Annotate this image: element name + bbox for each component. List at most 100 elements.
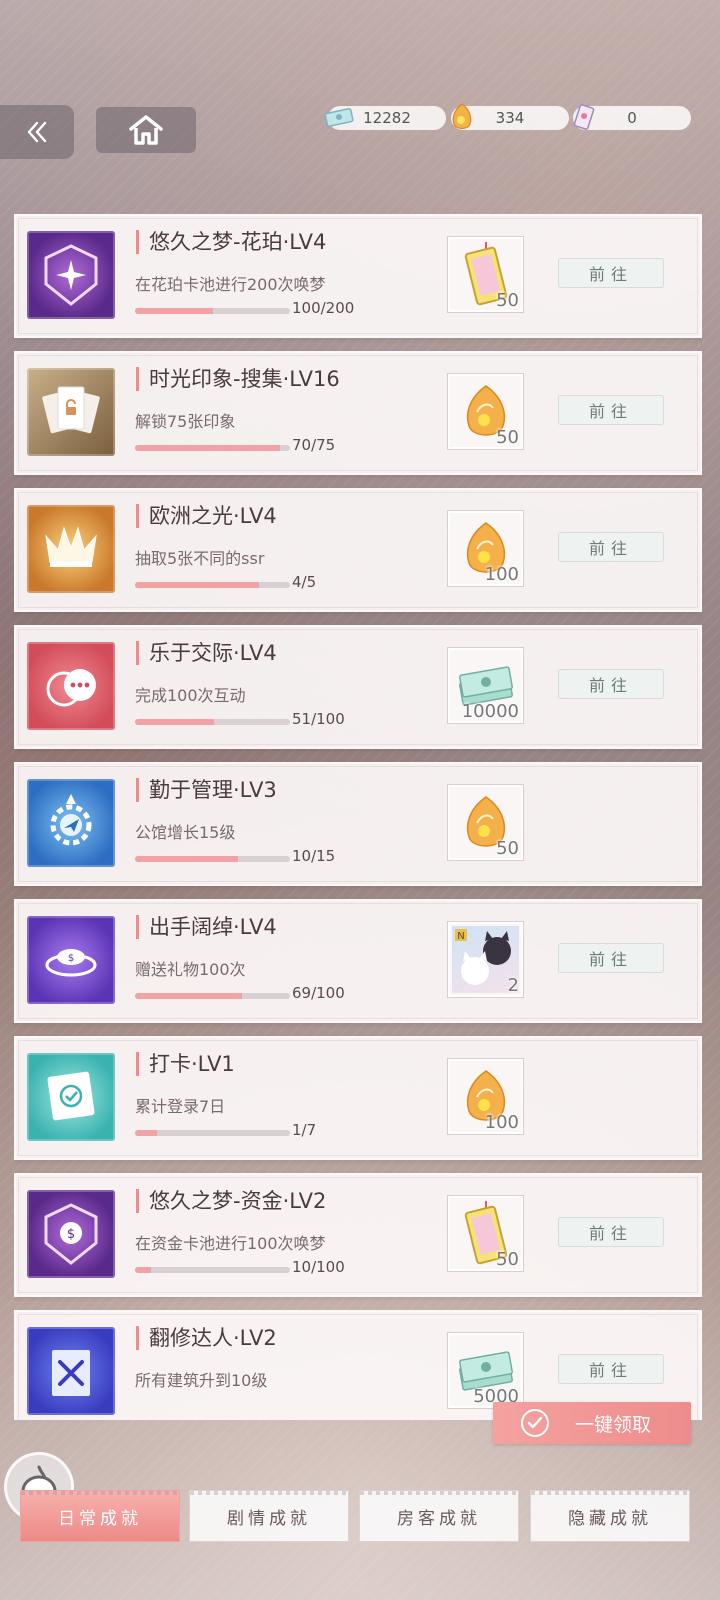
progress-text: 10/15: [292, 847, 336, 865]
achievement-list[interactable]: 悠久之梦-花珀·LV4 在花珀卡池进行200次唤梦 100/200 50 前往 …: [14, 214, 702, 1420]
reward-quantity: 100: [484, 564, 519, 585]
progress-fill: [135, 719, 215, 725]
achievement-desc: 赠送礼物100次: [135, 960, 246, 979]
progress-fill: [135, 582, 259, 588]
currency-amber: 334: [451, 103, 569, 130]
reward-slot[interactable]: 50: [447, 784, 524, 861]
chat-bubbles-icon: [27, 642, 115, 730]
cash-icon: [324, 100, 354, 134]
achievement-desc: 完成100次互动: [135, 686, 246, 705]
checkmark-calendar-icon: [27, 1053, 115, 1141]
progress-text: 51/100: [292, 710, 345, 728]
svg-text:$: $: [67, 1227, 75, 1242]
progress-fill: [135, 993, 242, 999]
reward-quantity: 50: [496, 838, 519, 859]
tab-daily[interactable]: 日常成就: [20, 1490, 180, 1542]
achievement-title: 打卡·LV1: [136, 1052, 235, 1076]
progress-fill: [135, 1267, 151, 1273]
go-button[interactable]: 前往: [558, 258, 664, 288]
progress-text: 70/75: [292, 436, 336, 454]
currency-ticket-value: 0: [627, 109, 637, 127]
currency-ticket: 0: [573, 104, 691, 130]
go-button[interactable]: 前往: [558, 532, 664, 562]
achievement-title: 勤于管理·LV3: [136, 778, 277, 802]
tools-icon: [27, 1327, 115, 1415]
claim-all-button[interactable]: 一键领取: [493, 1402, 691, 1444]
achievement-card: $ 悠久之梦-资金·LV2 在资金卡池进行100次唤梦 10/100 50 前往: [14, 1173, 702, 1297]
reward-slot[interactable]: 50: [447, 236, 524, 313]
amber-gem-icon: [447, 100, 477, 134]
go-button[interactable]: 前往: [558, 943, 664, 973]
achievement-desc: 所有建筑升到10级: [135, 1371, 268, 1390]
achievement-card: 勤于管理·LV3 公馆增长15级 10/15 50: [14, 762, 702, 886]
cards-unlock-icon: [27, 368, 115, 456]
gear-plane-icon: [27, 779, 115, 867]
achievement-card: $ 出手阔绰·LV4 赠送礼物100次 69/100 N 2 前往: [14, 899, 702, 1023]
go-button[interactable]: 前往: [558, 395, 664, 425]
progress-bar: [135, 856, 290, 862]
achievement-desc: 抽取5张不同的ssr: [135, 549, 265, 568]
reward-slot[interactable]: 5000: [447, 1332, 524, 1409]
back-button[interactable]: [0, 105, 74, 159]
purple-shield-coin-icon: $: [27, 1190, 115, 1278]
achievement-title: 时光印象-搜集·LV16: [136, 367, 340, 391]
progress-bar: [135, 308, 290, 314]
achievement-title: 乐于交际·LV4: [136, 641, 277, 665]
svg-text:N: N: [457, 931, 464, 942]
coin-ring-icon: $: [27, 916, 115, 1004]
progress-fill: [135, 445, 280, 451]
reward-quantity: 2: [507, 975, 519, 996]
progress-text: 100/200: [292, 299, 355, 317]
tab-tenant[interactable]: 房客成就: [359, 1490, 519, 1542]
progress-fill: [135, 308, 213, 314]
go-button[interactable]: 前往: [558, 1217, 664, 1247]
reward-slot[interactable]: 100: [447, 510, 524, 587]
tab-story[interactable]: 剧情成就: [189, 1490, 349, 1542]
progress-bar: [135, 445, 290, 451]
reward-quantity: 100: [484, 1112, 519, 1133]
progress-text: 1/7: [292, 1121, 317, 1139]
progress-bar: [135, 719, 290, 725]
ticket-icon: [569, 100, 599, 134]
golden-crown-icon: [27, 505, 115, 593]
achievement-desc: 解锁75张印象: [135, 412, 236, 431]
double-chevron-left-icon: [27, 121, 47, 143]
reward-slot[interactable]: 100: [447, 1058, 524, 1135]
reward-slot[interactable]: N 2: [447, 921, 524, 998]
progress-text: 69/100: [292, 984, 345, 1002]
achievement-desc: 在花珀卡池进行200次唤梦: [135, 275, 326, 294]
achievement-title: 悠久之梦-资金·LV2: [136, 1189, 326, 1213]
achievement-card: 打卡·LV1 累计登录7日 1/7 100: [14, 1036, 702, 1160]
tab-hidden[interactable]: 隐藏成就: [530, 1490, 690, 1542]
achievement-card: 时光印象-搜集·LV16 解锁75张印象 70/75 50 前往: [14, 351, 702, 475]
reward-quantity: 50: [496, 290, 519, 311]
achievement-title: 欧洲之光·LV4: [136, 504, 277, 528]
achievement-card: 乐于交际·LV4 完成100次互动 51/100 10000 前往: [14, 625, 702, 749]
claim-all-label: 一键领取: [575, 1413, 652, 1436]
reward-slot[interactable]: 50: [447, 1195, 524, 1272]
achievement-desc: 累计登录7日: [135, 1097, 226, 1116]
achievement-desc: 在资金卡池进行100次唤梦: [135, 1234, 326, 1253]
svg-text:$: $: [68, 953, 74, 964]
achievement-title: 出手阔绰·LV4: [136, 915, 277, 939]
reward-slot[interactable]: 50: [447, 373, 524, 450]
home-icon: [129, 115, 163, 145]
currency-amber-value: 334: [495, 109, 525, 127]
progress-text: 4/5: [292, 573, 317, 591]
reward-quantity: 10000: [461, 701, 519, 722]
currency-cash: 12282: [324, 106, 446, 130]
achievement-title: 翻修达人·LV2: [136, 1326, 277, 1350]
go-button[interactable]: 前往: [558, 669, 664, 699]
purple-shield-flower-icon: [27, 231, 115, 319]
progress-bar: [135, 582, 290, 588]
reward-quantity: 50: [496, 427, 519, 448]
achievement-desc: 公馆增长15级: [135, 823, 236, 842]
achievement-title: 悠久之梦-花珀·LV4: [136, 230, 326, 254]
reward-quantity: 50: [496, 1249, 519, 1270]
home-button[interactable]: [96, 107, 196, 153]
currency-cash-value: 12282: [363, 109, 411, 127]
check-circle-icon: [521, 1409, 549, 1437]
reward-slot[interactable]: 10000: [447, 647, 524, 724]
go-button[interactable]: 前往: [558, 1354, 664, 1384]
progress-fill: [135, 856, 239, 862]
